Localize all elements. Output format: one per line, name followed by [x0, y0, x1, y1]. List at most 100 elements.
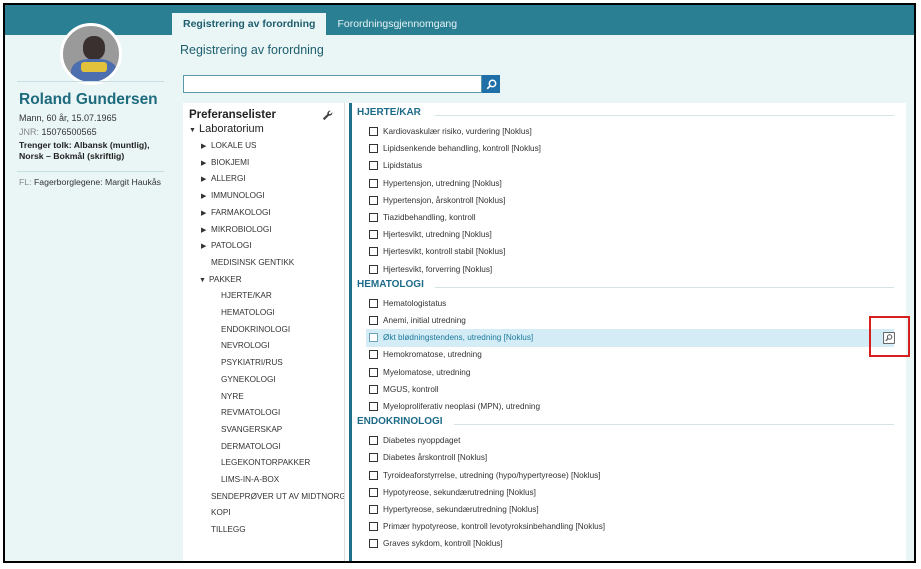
order-checkbox[interactable]	[369, 470, 378, 480]
order-item[interactable]: Hemokromatose, utredning	[369, 347, 869, 362]
order-checkbox[interactable]	[369, 127, 378, 136]
order-label: Tyroideaforstyrrelse, utredning (hypo/hy…	[383, 470, 601, 480]
caret-right-icon: ▶	[201, 193, 207, 201]
search-input[interactable]	[183, 75, 482, 93]
order-item[interactable]: Tiazidbehandling, kontroll	[369, 210, 869, 225]
tree-label: LOKALE US	[211, 141, 257, 150]
order-item[interactable]: Myelomatose, utredning	[369, 365, 869, 380]
order-checkbox[interactable]	[369, 195, 378, 205]
tree-item[interactable]: ▶ LOKALE US	[201, 141, 257, 150]
order-item[interactable]: Diabetes nyoppdaget	[369, 433, 869, 448]
patient-panel: Roland Gundersen Mann, 60 år, 15.07.1965…	[5, 23, 172, 561]
tree-item-package[interactable]: ENDOKRINOLOGI	[221, 325, 290, 334]
order-item[interactable]: Lipidstatus	[369, 158, 869, 173]
order-label: Økt blødningstendens, utredning [Noklus]	[383, 333, 534, 343]
tree-item-package[interactable]: NEVROLOGI	[221, 341, 270, 350]
preference-list-panel: Preferanselister ▼ Laboratorium ▶ LOKALE US…	[183, 103, 345, 561]
jnr-value: 15076500565	[41, 127, 97, 137]
order-checkbox[interactable]	[369, 161, 378, 171]
order-checkbox[interactable]	[369, 522, 378, 532]
order-checkbox[interactable]	[369, 436, 378, 446]
tree-item-package[interactable]: REVMATOLOGI	[221, 408, 280, 417]
order-item[interactable]: MGUS, kontroll	[369, 382, 869, 397]
order-item[interactable]: Hematologistatus	[369, 296, 869, 311]
category-header: HEMATOLOGI	[357, 278, 424, 290]
order-item[interactable]: Hypertyreose, sekundærutredning [Noklus]	[369, 502, 869, 517]
order-checkbox[interactable]	[369, 213, 378, 222]
order-item[interactable]: Hjertesvikt, utredning [Noklus]	[369, 227, 869, 242]
order-checkbox[interactable]	[369, 298, 378, 308]
category-divider	[454, 424, 894, 426]
wrench-icon[interactable]	[322, 110, 333, 121]
tree-item-package[interactable]: LEGEKONTORPAKKER	[221, 458, 310, 467]
order-label: Lipidsenkende behandling, kontroll [Nokl…	[383, 144, 541, 154]
tree-item-package[interactable]: GYNEKOLOGI	[221, 375, 276, 384]
order-label: Hemokromatose, utredning	[383, 350, 482, 360]
order-item[interactable]: Økt blødningstendens, utredning [Noklus]	[369, 330, 869, 345]
tree-item[interactable]: ▶ PATOLOGI	[201, 241, 252, 250]
order-label: Myelomatose, utredning	[383, 367, 471, 377]
order-item[interactable]: Hypotyreose, sekundærutredning [Noklus]	[369, 485, 869, 500]
order-item[interactable]: Primær hypotyreose, kontroll levotyroksi…	[369, 519, 869, 534]
order-item[interactable]: Graves sykdom, kontroll [Noklus]	[369, 536, 869, 551]
order-item[interactable]: Diabetes årskontroll [Noklus]	[369, 450, 869, 465]
tree-item-package[interactable]: SVANGERSKAP	[221, 425, 282, 434]
tree-item[interactable]: SENDEPRØVER UT AV MIDTNORGE	[211, 492, 344, 501]
order-label: Hematologistatus	[383, 298, 447, 308]
order-checkbox[interactable]	[369, 247, 378, 257]
order-checkbox[interactable]	[369, 144, 378, 154]
order-checkbox[interactable]	[369, 539, 378, 549]
tree-label: PATOLOGI	[211, 241, 252, 251]
order-checkbox[interactable]	[369, 333, 378, 343]
order-item[interactable]: Tyroideaforstyrrelse, utredning (hypo/hy…	[369, 468, 869, 483]
category-divider	[435, 115, 894, 116]
order-label: Kardiovaskulær risiko, vurdering [Noklus…	[383, 127, 532, 136]
order-checkbox[interactable]	[369, 453, 378, 463]
order-checkbox[interactable]	[369, 505, 378, 514]
tree-item[interactable]: ▼ PAKKER	[199, 275, 242, 284]
caret-right-icon: ▶	[201, 176, 207, 184]
tree-item-package[interactable]: PSYKIATRI/RUS	[221, 358, 283, 367]
tree-item-package[interactable]: DERMATOLOGI	[221, 442, 281, 451]
patient-gender-age: Mann, 60 år, 15.07.1965	[19, 113, 117, 123]
tree-label: Laboratorium	[199, 123, 264, 135]
tree-root-laboratorium[interactable]: ▼ Laboratorium	[189, 123, 264, 135]
search-button[interactable]	[482, 75, 500, 93]
order-item[interactable]: Hypertensjon, årskontroll [Noklus]	[369, 193, 869, 208]
order-checkbox[interactable]	[369, 384, 378, 394]
tree-item[interactable]: ▶ MIKROBIOLOGI	[201, 225, 272, 234]
order-checkbox[interactable]	[369, 316, 378, 325]
tree-item-package[interactable]: LIMS-IN-A-BOX	[221, 475, 279, 484]
tab-registrering[interactable]: Registrering av forordning	[172, 13, 327, 35]
order-checkbox[interactable]	[369, 402, 378, 411]
tab-forordningsgjennomgang[interactable]: Forordningsgjennomgang	[326, 13, 468, 35]
tree-item[interactable]: ▶ ALLERGI	[201, 174, 246, 183]
tree-item[interactable]: MEDISINSK GENTIKK	[211, 258, 294, 267]
order-checkbox[interactable]	[369, 367, 378, 377]
order-checkbox[interactable]	[369, 178, 378, 188]
tree-item[interactable]: TILLEGG	[211, 525, 246, 534]
order-label: Hjertesvikt, utredning [Noklus]	[383, 230, 492, 240]
list-accent-bar	[349, 103, 352, 561]
order-item[interactable]: Hjertesvikt, kontroll stabil [Noklus]	[369, 244, 869, 259]
order-label: Lipidstatus	[383, 161, 423, 171]
tree-item[interactable]: ▶ FARMAKOLOGI	[201, 208, 271, 217]
order-checkbox[interactable]	[369, 350, 378, 360]
tree-item-package[interactable]: NYRE	[221, 392, 244, 401]
tree-item[interactable]: ▶ BIOKJEMI	[201, 158, 249, 167]
tree-item[interactable]: ▶ IMMUNOLOGI	[201, 191, 265, 200]
order-checkbox[interactable]	[369, 264, 378, 274]
order-item[interactable]: Kardiovaskulær risiko, vurdering [Noklus…	[369, 124, 869, 139]
order-item[interactable]: Hjertesvikt, forverring [Noklus]	[369, 262, 869, 277]
order-item[interactable]: Myeloproliferativ neoplasi (MPN), utredn…	[369, 399, 869, 414]
order-checkbox[interactable]	[369, 487, 378, 497]
tree-item[interactable]: KOPI	[211, 508, 231, 517]
order-item[interactable]: Hypertensjon, utredning [Noklus]	[369, 176, 869, 191]
order-checkbox[interactable]	[369, 230, 378, 240]
order-list: HJERTE/KAR Kardiovaskulær risiko, vurderi…	[349, 103, 906, 561]
tree-item-package[interactable]: HEMATOLOGI	[221, 308, 275, 317]
main-area: Registrering av forordning Preferanselis…	[172, 35, 914, 561]
order-item[interactable]: Anemi, initial utredning	[369, 313, 869, 328]
tree-item-package[interactable]: HJERTE/KAR	[221, 291, 272, 300]
order-item[interactable]: Lipidsenkende behandling, kontroll [Nokl…	[369, 141, 869, 156]
